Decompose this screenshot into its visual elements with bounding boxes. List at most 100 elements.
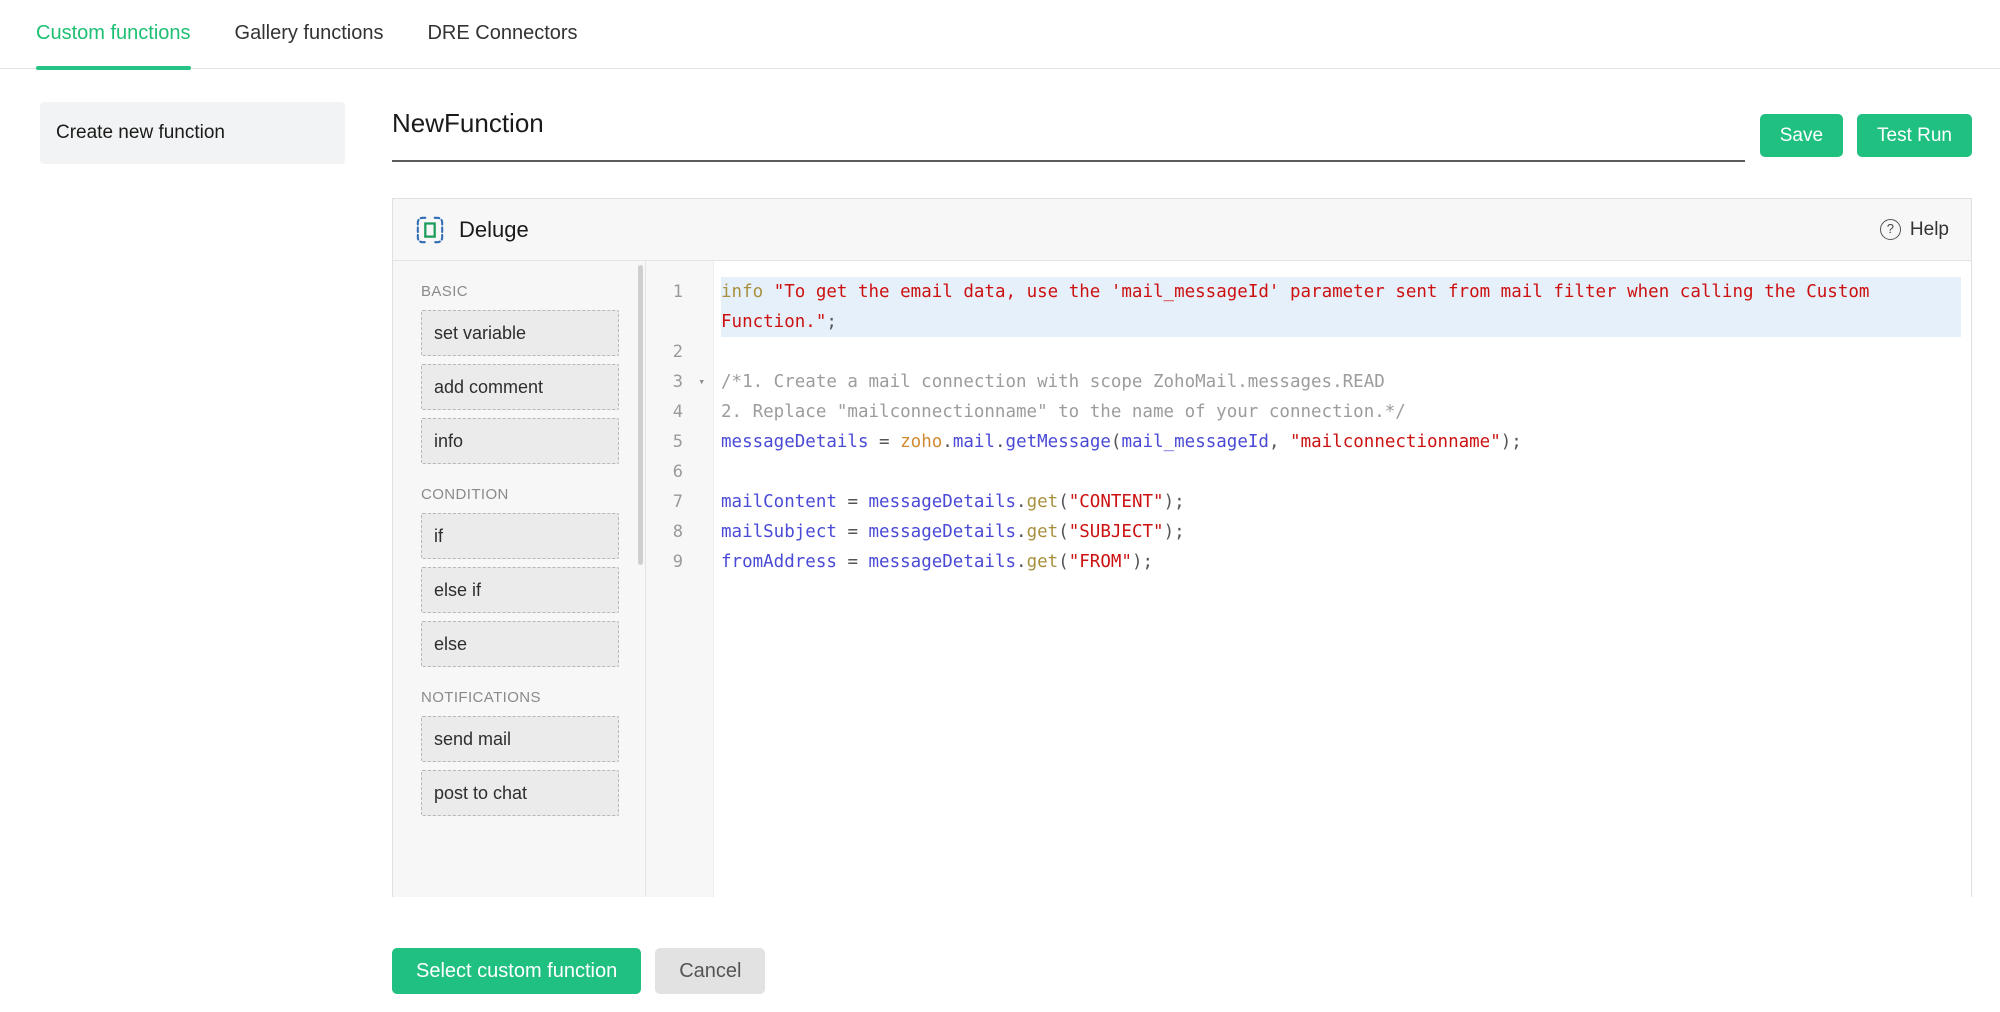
editor-header: Deluge ? Help <box>393 199 1971 261</box>
code-token-pun: ( <box>1111 432 1122 452</box>
line-number: 3▾ <box>646 367 713 397</box>
code-line[interactable] <box>721 337 1961 367</box>
code-token-fn: getMessage <box>1006 432 1111 452</box>
code-token-mth: get <box>1027 492 1059 512</box>
code-line[interactable]: /*1. Create a mail connection with scope… <box>721 367 1961 397</box>
code-token-var: mailContent <box>721 492 837 512</box>
code-token-pun: ); <box>1132 552 1153 572</box>
tab-custom-functions[interactable]: Custom functions <box>36 0 191 45</box>
cancel-button[interactable]: Cancel <box>655 948 765 994</box>
palette-snippet-item[interactable]: if <box>421 513 619 559</box>
code-token-var: messageDetails <box>869 492 1017 512</box>
title-row: Save Test Run <box>392 98 1972 166</box>
line-number: 9 <box>646 547 713 577</box>
snippet-palette[interactable]: BASIC set variable add comment info CONDITIO… <box>393 261 646 897</box>
line-number: 6 <box>646 457 713 487</box>
code-line[interactable]: 2. Replace "mailconnectionname" to the n… <box>721 397 1961 427</box>
code-token-kw: info <box>721 282 763 302</box>
function-name-input[interactable] <box>392 108 1692 139</box>
palette-snippet-item[interactable]: info <box>421 418 619 464</box>
code-token-pun: . <box>942 432 953 452</box>
palette-snippet-item[interactable]: else <box>421 621 619 667</box>
code-token-pun <box>763 282 774 302</box>
question-circle-icon: ? <box>1880 219 1901 240</box>
code-line[interactable]: fromAddress = messageDetails.get("FROM")… <box>721 547 1961 577</box>
code-token-str: "CONTENT" <box>1069 492 1164 512</box>
save-button[interactable]: Save <box>1760 114 1843 157</box>
create-new-function-item[interactable]: Create new function <box>40 102 345 164</box>
code-token-pun: ); <box>1164 492 1185 512</box>
code-token-pun: = <box>869 432 901 452</box>
header-actions: Save Test Run <box>1760 114 1972 157</box>
code-token-pun: . <box>995 432 1006 452</box>
editor-language-label: Deluge <box>459 217 529 243</box>
line-number: 4 <box>646 397 713 427</box>
code-editor-panel: Deluge ? Help BASIC set variable add comme… <box>392 198 1972 897</box>
code-content[interactable]: info "To get the email data, use the 'ma… <box>714 261 1971 897</box>
code-token-var: messageDetails <box>869 522 1017 542</box>
code-token-str: "SUBJECT" <box>1069 522 1164 542</box>
code-token-str: "To get the email data, use the 'mail_me… <box>721 282 1880 332</box>
function-name-underline <box>392 160 1745 162</box>
palette-scrollbar[interactable] <box>638 265 643 565</box>
code-token-pun: ( <box>1058 492 1069 512</box>
code-token-pun: . <box>1016 492 1027 512</box>
code-token-fn: mail <box>953 432 995 452</box>
palette-snippet-item[interactable]: post to chat <box>421 770 619 816</box>
code-token-pun: = <box>837 492 869 512</box>
tab-dre-connectors[interactable]: DRE Connectors <box>427 0 577 45</box>
select-custom-function-button[interactable]: Select custom function <box>392 948 641 994</box>
code-line[interactable] <box>721 457 1961 487</box>
code-token-pun: = <box>837 552 869 572</box>
left-sidebar: Create new function <box>40 102 345 164</box>
help-label: Help <box>1910 219 1949 241</box>
line-number: 1 <box>646 277 713 307</box>
line-number-gutter: 1 23▾456789 <box>646 261 714 897</box>
code-token-pun: ( <box>1058 552 1069 572</box>
code-token-var: fromAddress <box>721 552 837 572</box>
code-token-pun: = <box>837 522 869 542</box>
code-area: 1 23▾456789 info "To get the email data, … <box>646 261 1971 897</box>
code-line[interactable]: mailSubject = messageDetails.get("SUBJEC… <box>721 517 1961 547</box>
code-token-str: "mailconnectionname" <box>1290 432 1501 452</box>
code-token-mth: get <box>1027 522 1059 542</box>
code-token-pun: ); <box>1164 522 1185 542</box>
code-line[interactable]: messageDetails = zoho.mail.getMessage(ma… <box>721 427 1961 457</box>
line-number: 5 <box>646 427 713 457</box>
palette-snippet-item[interactable]: set variable <box>421 310 619 356</box>
test-run-button[interactable]: Test Run <box>1857 114 1972 157</box>
code-token-pun: ( <box>1058 522 1069 542</box>
line-number: 8 <box>646 517 713 547</box>
code-fold-toggle-icon[interactable]: ▾ <box>698 367 705 397</box>
palette-category-title: NOTIFICATIONS <box>421 689 645 706</box>
footer-actions: Select custom function Cancel <box>392 948 765 994</box>
code-token-var: mailSubject <box>721 522 837 542</box>
line-number: 7 <box>646 487 713 517</box>
code-token-pun: . <box>1016 552 1027 572</box>
code-line[interactable]: info "To get the email data, use the 'ma… <box>721 277 1961 337</box>
palette-category-title: BASIC <box>421 283 645 300</box>
code-token-var: mail_messageId <box>1121 432 1269 452</box>
code-token-pun: ); <box>1501 432 1522 452</box>
code-token-com: 2. Replace "mailconnectionname" to the n… <box>721 402 1406 422</box>
code-token-ns: zoho <box>900 432 942 452</box>
deluge-brackets-icon <box>415 215 445 245</box>
tab-list: Custom functions Gallery functions DRE C… <box>36 0 622 69</box>
palette-snippet-item[interactable]: else if <box>421 567 619 613</box>
line-number: 2 <box>646 337 713 367</box>
palette-snippet-item[interactable]: add comment <box>421 364 619 410</box>
code-token-mth: get <box>1027 552 1059 572</box>
code-token-pun: ; <box>826 312 837 332</box>
code-token-com: /*1. Create a mail connection with scope… <box>721 372 1385 392</box>
tab-gallery-functions[interactable]: Gallery functions <box>235 0 384 45</box>
top-tab-bar: Custom functions Gallery functions DRE C… <box>0 0 2000 69</box>
code-line[interactable]: mailContent = messageDetails.get("CONTEN… <box>721 487 1961 517</box>
code-token-pun: , <box>1269 432 1290 452</box>
code-token-var: messageDetails <box>721 432 869 452</box>
main-header: Save Test Run <box>392 98 1972 166</box>
code-token-str: "FROM" <box>1069 552 1132 572</box>
palette-snippet-item[interactable]: send mail <box>421 716 619 762</box>
code-token-pun: . <box>1016 522 1027 542</box>
help-link[interactable]: ? Help <box>1880 219 1949 241</box>
palette-category-title: CONDITION <box>421 486 645 503</box>
